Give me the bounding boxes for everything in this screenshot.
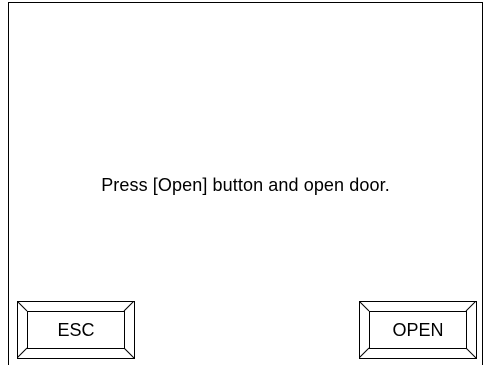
instruction-message: Press [Open] button and open door. [101, 175, 390, 195]
open-button[interactable]: OPEN [359, 301, 477, 359]
esc-button-label: ESC [27, 311, 125, 349]
esc-button[interactable]: ESC [17, 301, 135, 359]
open-button-label: OPEN [369, 311, 467, 349]
